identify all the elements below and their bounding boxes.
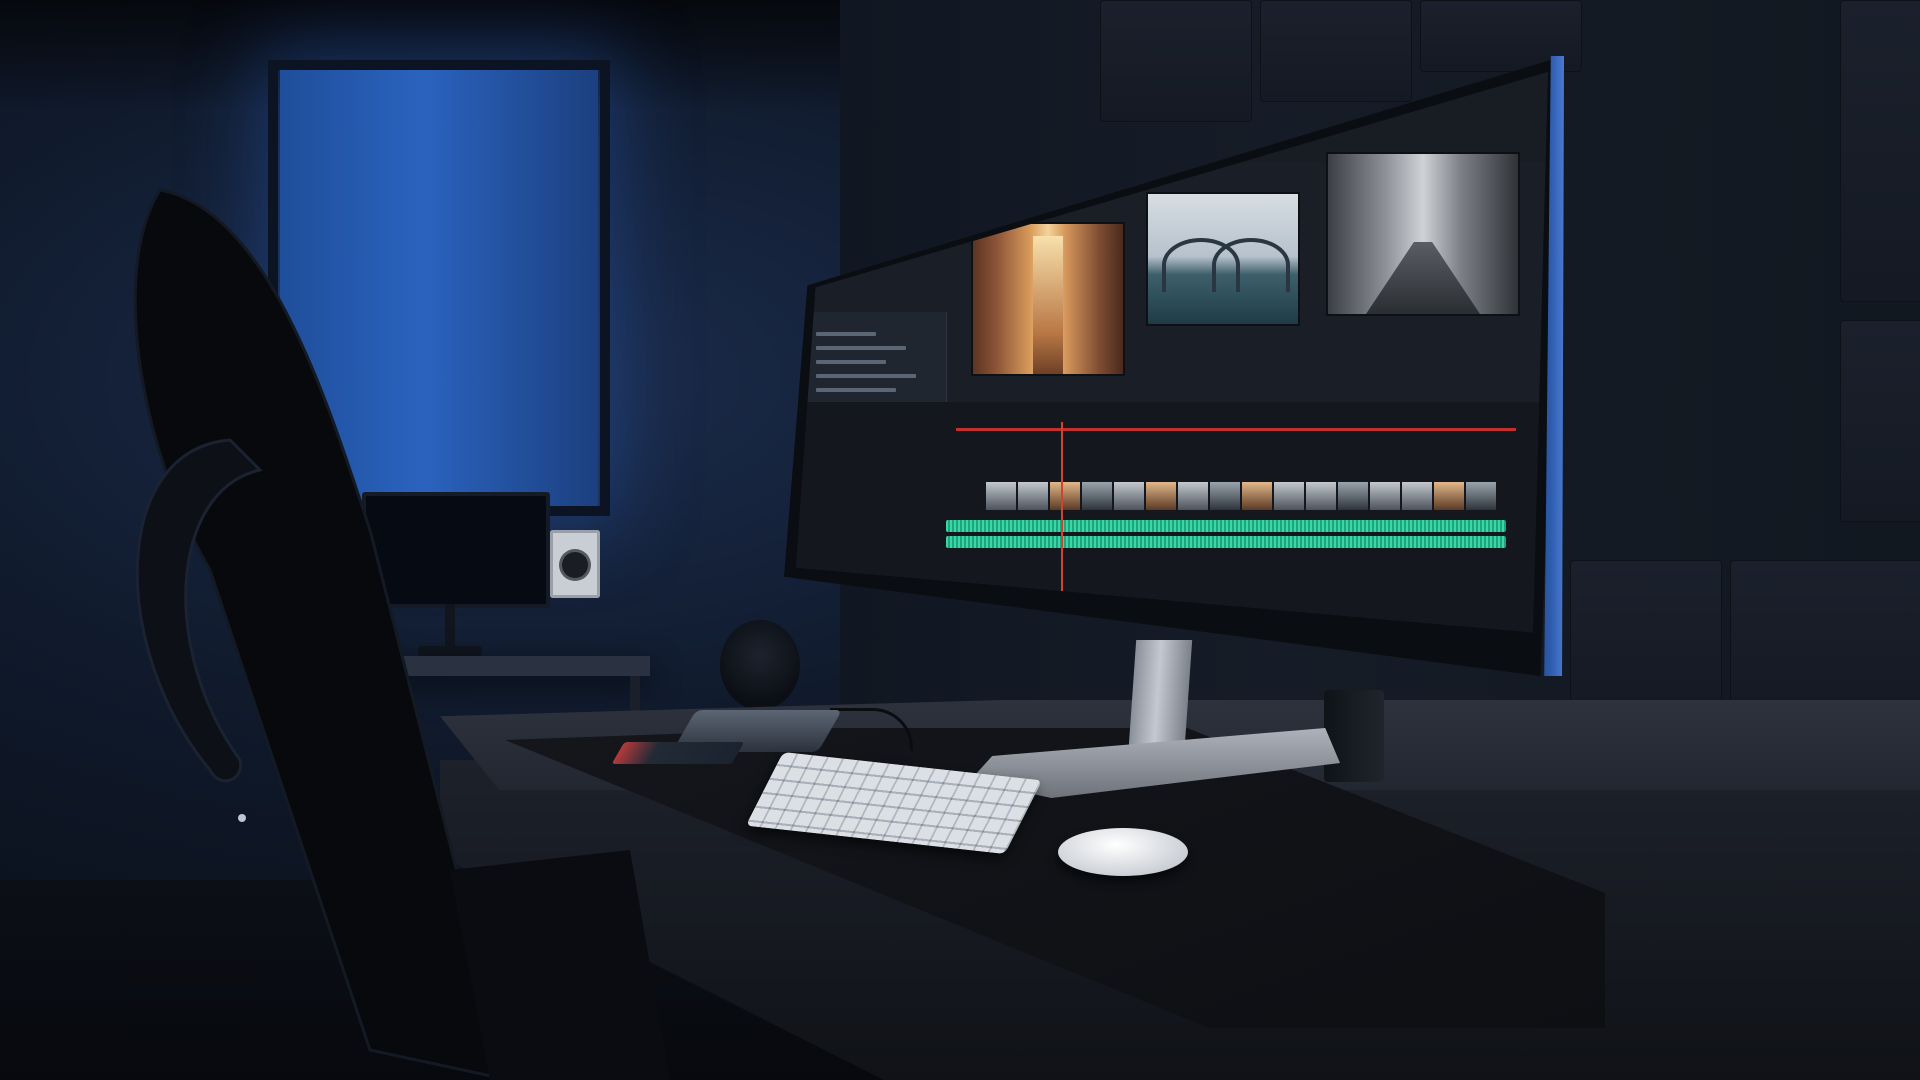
clip-thumbnail (1178, 482, 1208, 510)
panel-row (816, 388, 896, 392)
bridge-arch (1212, 238, 1290, 292)
audio-track (946, 536, 1506, 548)
clip-thumbnail (1210, 482, 1240, 510)
acoustic-panel (1730, 560, 1920, 712)
clip-thumbnail (1242, 482, 1272, 510)
clip-thumbnail (1082, 482, 1112, 510)
panel-row (816, 346, 906, 350)
clip-thumbnail (1466, 482, 1496, 510)
clip-thumbnail (1402, 482, 1432, 510)
chair-light-dot (238, 814, 246, 822)
studio-scene (0, 0, 1920, 1080)
acoustic-panel (1100, 0, 1252, 122)
clip-thumbnail (1114, 482, 1144, 510)
clip-thumbnail (1146, 482, 1176, 510)
clip-thumbnail (986, 482, 1016, 510)
office-chair (133, 188, 670, 1080)
preview-road (1326, 152, 1520, 316)
acoustic-panel (1260, 0, 1412, 102)
monitor-arm-clamp (1324, 690, 1384, 782)
audio-track (946, 520, 1506, 532)
acoustic-panel (1840, 0, 1920, 302)
clip-thumbnail (1306, 482, 1336, 510)
clip-thumbnail (1370, 482, 1400, 510)
clip-thumbnail (1338, 482, 1368, 510)
mouse (1058, 828, 1188, 876)
panel-row (816, 374, 916, 378)
plant (720, 620, 800, 710)
chair-backrest (133, 188, 512, 1080)
preview-bridge (1146, 192, 1300, 326)
preview-street (971, 222, 1125, 376)
panel-row (816, 332, 876, 336)
panel-row (816, 360, 886, 364)
acoustic-panel (1570, 560, 1722, 712)
clip-thumbnail (1434, 482, 1464, 510)
clip-thumbnail (1274, 482, 1304, 510)
timeline-range-bar (956, 428, 1516, 431)
clip-thumbnail (1050, 482, 1080, 510)
acoustic-panel (1840, 320, 1920, 522)
clip-thumbnail (1018, 482, 1048, 510)
